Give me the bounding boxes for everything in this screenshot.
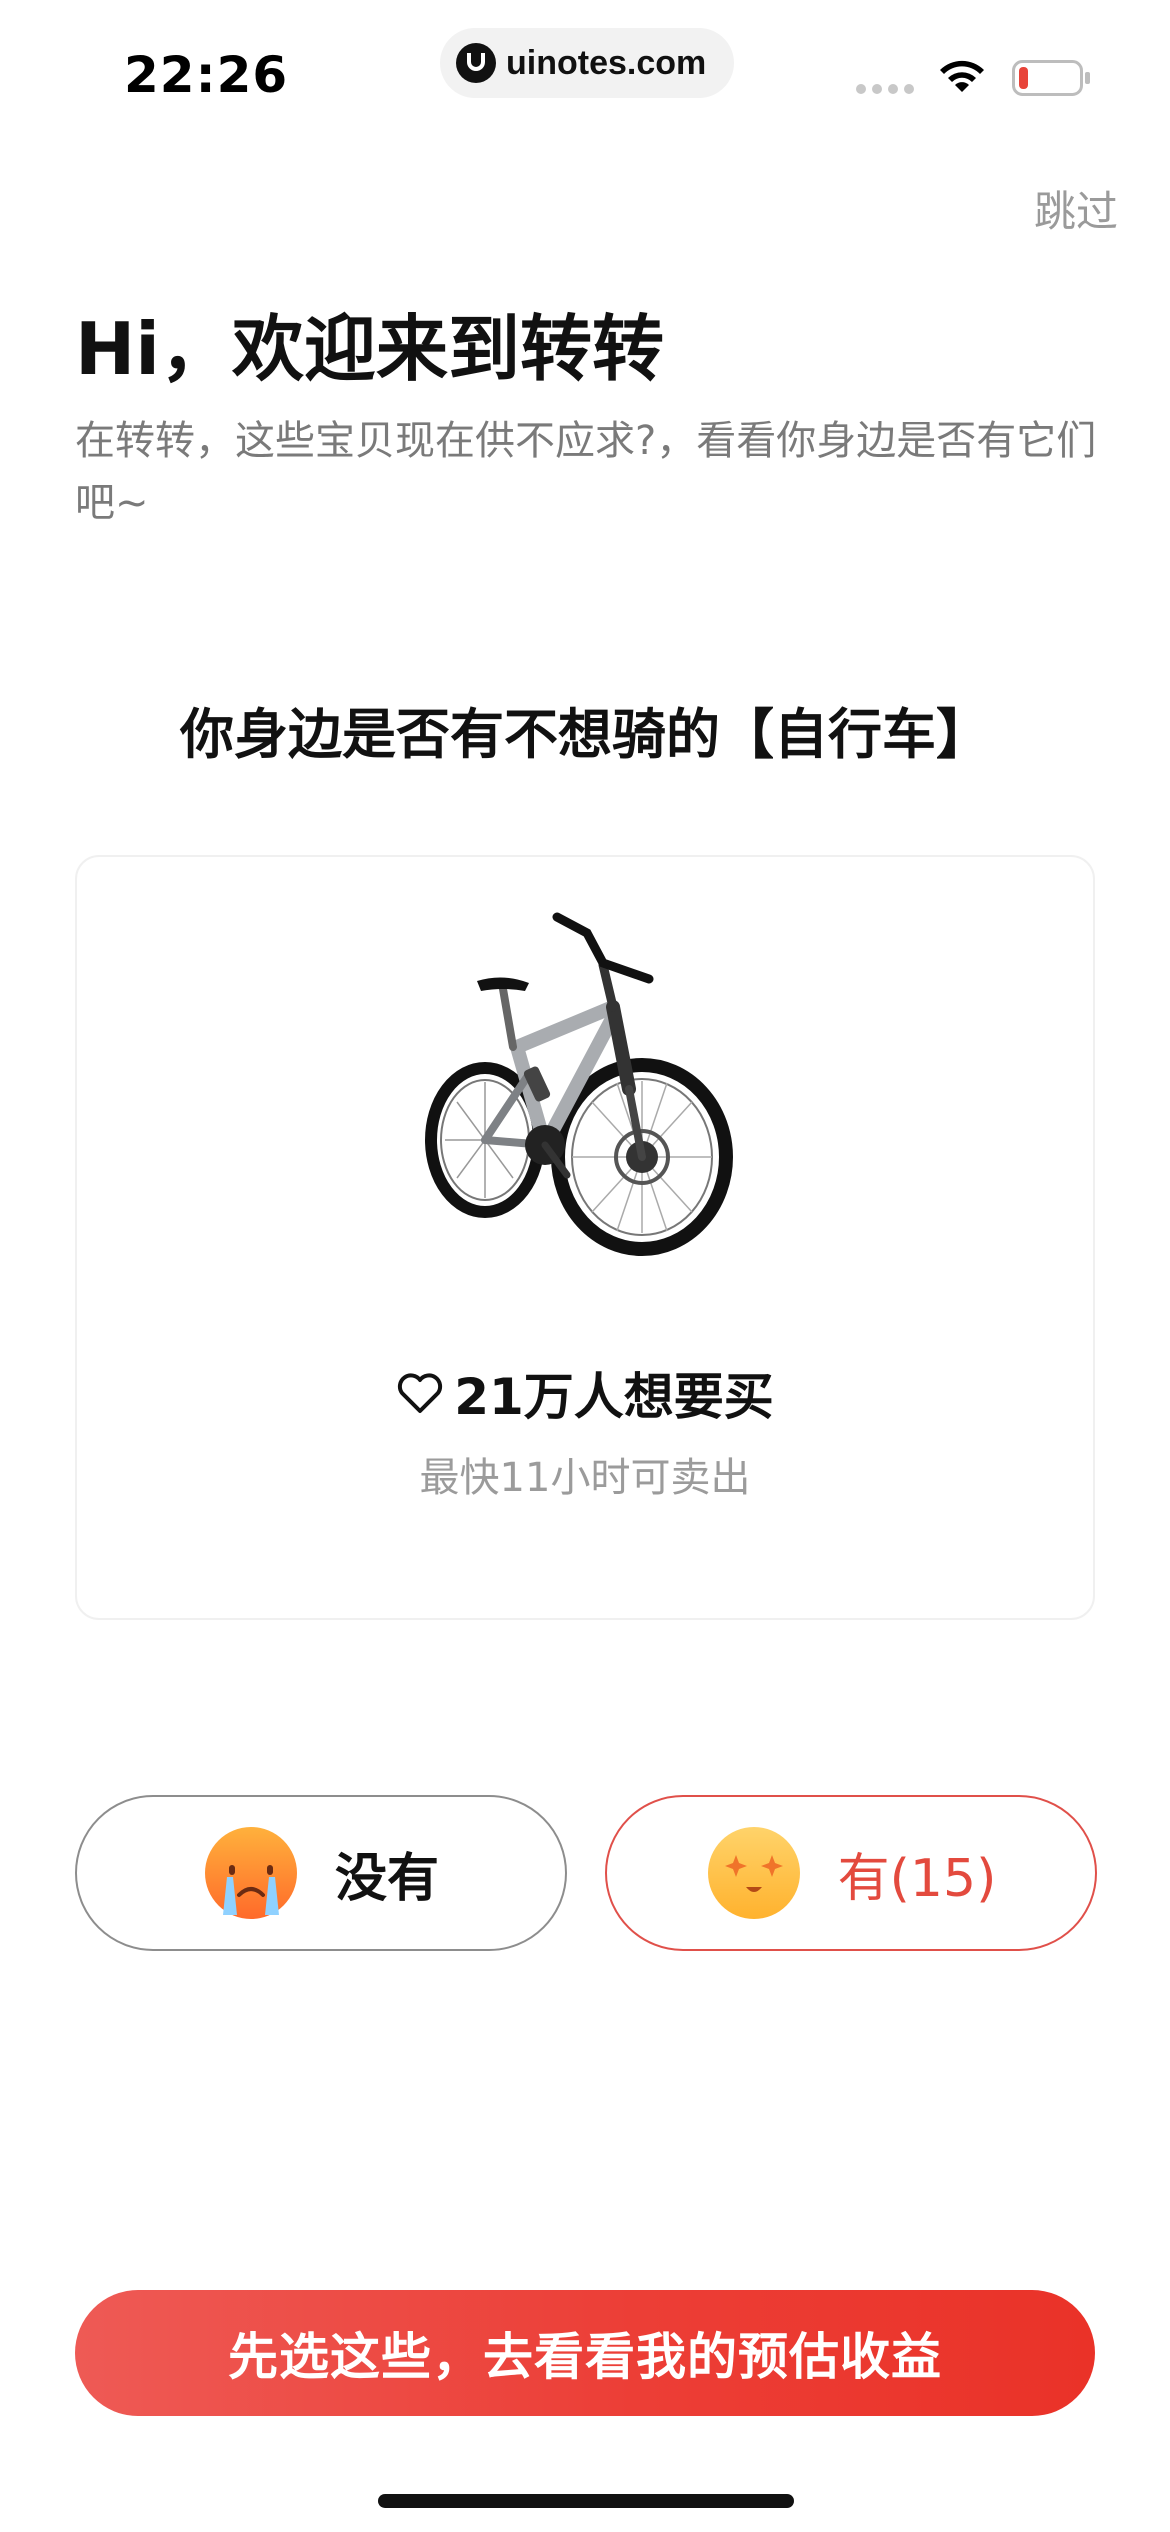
heart-icon xyxy=(398,1373,443,1413)
site-logo-icon xyxy=(456,43,496,83)
star-eyes-face-icon xyxy=(707,1827,800,1919)
greeting-title: Hi，欢迎来到转转 xyxy=(75,307,664,391)
item-card: 21万人想要买 最快11小时可卖出 xyxy=(75,855,1095,1620)
cta-label: 先选这些，去看看我的预估收益 xyxy=(228,2328,942,2386)
url-text: uinotes.com xyxy=(506,43,707,82)
yes-button[interactable]: 有(15) xyxy=(605,1795,1097,1951)
no-button-label: 没有 xyxy=(334,1848,439,1909)
estimate-earnings-button[interactable]: 先选这些，去看看我的预估收益 xyxy=(75,2290,1095,2416)
bicycle-image xyxy=(425,912,733,1256)
home-indicator[interactable] xyxy=(378,2494,794,2508)
demand-info: 21万人想要买 xyxy=(77,1357,1093,1429)
greeting-subtitle: 在转转，这些宝贝现在供不应求?，看看你身边是否有它们吧~ xyxy=(75,418,1097,526)
question-title: 你身边是否有不想骑的【自行车】 xyxy=(180,703,990,766)
no-button[interactable]: 没有 xyxy=(75,1795,567,1951)
wifi-icon xyxy=(940,60,984,92)
sell-time-text: 最快11小时可卖出 xyxy=(419,1455,751,1501)
url-pill[interactable]: uinotes.com xyxy=(440,28,734,98)
status-time: 22:26 xyxy=(124,46,289,104)
signal-icon xyxy=(856,84,914,94)
yes-button-label: 有(15) xyxy=(837,1848,997,1909)
battery-low-icon xyxy=(1012,60,1090,96)
crying-face-icon xyxy=(204,1827,297,1919)
skip-button[interactable]: 跳过 xyxy=(1034,178,1118,239)
demand-text: 21万人想要买 xyxy=(454,1368,774,1426)
